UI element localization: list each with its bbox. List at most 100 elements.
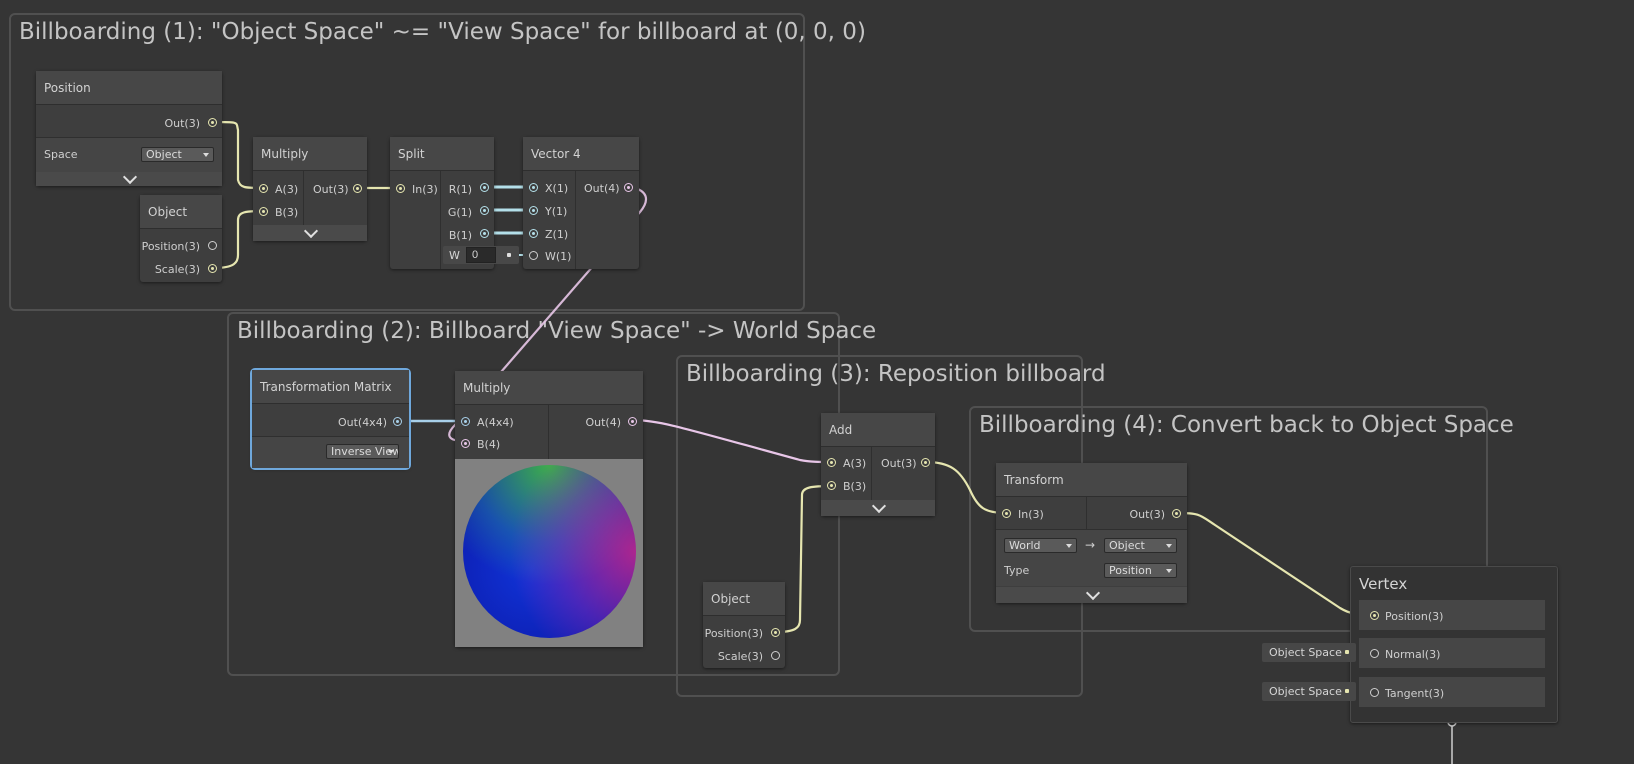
dropdown-arrow-icon: [1166, 568, 1172, 573]
transform-type-dropdown[interactable]: Position: [1104, 563, 1177, 578]
multiply1-a-port[interactable]: [259, 184, 268, 193]
matrix-out-label: Out(4x4): [337, 416, 387, 429]
position-out-label: Out(3): [164, 117, 200, 130]
vector4-x-label: X(1): [545, 182, 569, 195]
multiply1-out-label: Out(3): [313, 183, 349, 196]
split-b-label: B(1): [448, 229, 472, 242]
shader-graph-canvas[interactable]: Billboarding (1): "Object Space" ~= "Vie…: [0, 0, 1634, 764]
multiply1-out-port[interactable]: [353, 184, 362, 193]
position-out-port[interactable]: [208, 118, 217, 127]
transform-from-value: World: [1009, 539, 1041, 552]
preview-sphere: [463, 465, 636, 638]
divider: [440, 171, 441, 269]
object1-scale-label: Scale(3): [154, 263, 200, 276]
object-node-2[interactable]: Object Position(3) Scale(3): [703, 582, 785, 668]
w-value-field[interactable]: 0: [466, 247, 496, 263]
vector4-x-port[interactable]: [529, 183, 538, 192]
add-out-port[interactable]: [921, 458, 930, 467]
vector4-out-label: Out(4): [584, 182, 620, 195]
space-dropdown[interactable]: Object: [141, 147, 214, 162]
object1-scale-port[interactable]: [208, 264, 217, 273]
split-g-port[interactable]: [480, 206, 489, 215]
multiply1-b-label: B(3): [275, 206, 299, 219]
vertex-position-label: Position(3): [1385, 610, 1444, 623]
add-out-label: Out(3): [881, 457, 917, 470]
vertex-normal-label: Normal(3): [1385, 648, 1441, 661]
vector4-z-port[interactable]: [529, 229, 538, 238]
dropdown-arrow-icon: [1066, 543, 1072, 548]
tangent-object-space-pill[interactable]: Object Space: [1262, 682, 1356, 701]
transform-to-dropdown[interactable]: Object: [1104, 538, 1177, 553]
object2-scale-port[interactable]: [771, 651, 780, 660]
vertex-position-port[interactable]: [1370, 611, 1379, 620]
split-in-port[interactable]: [396, 184, 405, 193]
split-in-label: In(3): [412, 183, 438, 196]
divider: [1086, 497, 1087, 529]
multiply-node-1[interactable]: Multiply A(3) B(3) Out(3): [253, 137, 367, 241]
object1-position-label: Position(3): [141, 240, 200, 253]
multiply2-b-port[interactable]: [461, 439, 470, 448]
vector4-y-port[interactable]: [529, 206, 538, 215]
matrix-out-port[interactable]: [393, 417, 402, 426]
position-node[interactable]: Position Out(3) Space Object: [36, 71, 222, 186]
wire-transform-to-vertex: [1177, 511, 1371, 616]
split-node-title: Split: [390, 137, 494, 171]
vector4-out-port[interactable]: [624, 183, 633, 192]
divider: [548, 405, 549, 459]
vector4-w-port[interactable]: [529, 251, 538, 260]
object2-position-label: Position(3): [704, 627, 763, 640]
vertex-block[interactable]: Vertex Position(3) Normal(3) Tangent(3): [1350, 566, 1558, 723]
add-a-port[interactable]: [827, 458, 836, 467]
space-dropdown-value: Object: [146, 148, 182, 161]
vertex-tangent-slot[interactable]: Tangent(3): [1359, 677, 1545, 707]
dropdown-arrow-icon: [388, 449, 394, 454]
transformation-matrix-title: Transformation Matrix: [252, 370, 409, 404]
add-b-port[interactable]: [827, 481, 836, 490]
multiply1-a-label: A(3): [275, 183, 299, 196]
multiply1-b-port[interactable]: [259, 207, 268, 216]
position-node-title: Position: [36, 71, 222, 105]
split-r-port[interactable]: [480, 183, 489, 192]
vertex-normal-port[interactable]: [1370, 649, 1379, 658]
transform-out-port[interactable]: [1172, 509, 1181, 518]
object2-position-port[interactable]: [771, 628, 780, 637]
wire-multiply2-to-add: [632, 418, 833, 464]
object-node-1[interactable]: Object Position(3) Scale(3): [140, 195, 222, 282]
vector4-node-title: Vector 4: [523, 137, 639, 171]
multiply-node-1-title: Multiply: [253, 137, 367, 171]
w-connector-dot: [507, 253, 511, 257]
transform-node[interactable]: Transform In(3) Out(3) World → Object Ty…: [996, 463, 1187, 603]
normal-pill-dot: [1345, 650, 1349, 654]
object-node-2-title: Object: [703, 582, 785, 616]
transformation-matrix-node[interactable]: Transformation Matrix Out(4x4) Inverse V…: [250, 368, 411, 470]
vertex-tangent-port[interactable]: [1370, 688, 1379, 697]
vector4-node[interactable]: Vector 4 X(1) Y(1) Z(1) W(1) Out(4): [523, 137, 639, 269]
normal-object-space-pill[interactable]: Object Space: [1262, 643, 1356, 662]
vertex-block-title: Vertex: [1359, 575, 1408, 593]
multiply-node-2[interactable]: Multiply A(4x4) B(4) Out(4): [455, 371, 643, 647]
transform-out-label: Out(3): [1129, 508, 1165, 521]
transform-to-value: Object: [1109, 539, 1145, 552]
add-node[interactable]: Add A(3) B(3) Out(3): [821, 413, 935, 516]
split-b-port[interactable]: [480, 229, 489, 238]
multiply2-a-label: A(4x4): [477, 416, 514, 429]
multiply2-out-port[interactable]: [628, 417, 637, 426]
tangent-pill-label: Object Space: [1269, 685, 1342, 698]
multiply2-preview: [455, 459, 643, 647]
transform-from-dropdown[interactable]: World: [1004, 538, 1077, 553]
object-node-1-title: Object: [140, 195, 222, 229]
divider: [303, 171, 304, 225]
arrow-right-icon: →: [1085, 538, 1096, 552]
normal-pill-label: Object Space: [1269, 646, 1342, 659]
multiply2-out-label: Out(4): [585, 416, 621, 429]
transform-in-label: In(3): [1018, 508, 1044, 521]
multiply-node-2-title: Multiply: [455, 371, 643, 405]
vertex-position-slot[interactable]: Position(3): [1359, 600, 1545, 630]
transform-type-label: Type: [1004, 564, 1030, 577]
object1-position-port[interactable]: [208, 241, 217, 250]
transform-in-port[interactable]: [1002, 509, 1011, 518]
multiply2-a-port[interactable]: [461, 417, 470, 426]
vertex-normal-slot[interactable]: Normal(3): [1359, 638, 1545, 668]
matrix-dropdown[interactable]: Inverse View: [326, 444, 399, 459]
add-node-title: Add: [821, 413, 935, 447]
